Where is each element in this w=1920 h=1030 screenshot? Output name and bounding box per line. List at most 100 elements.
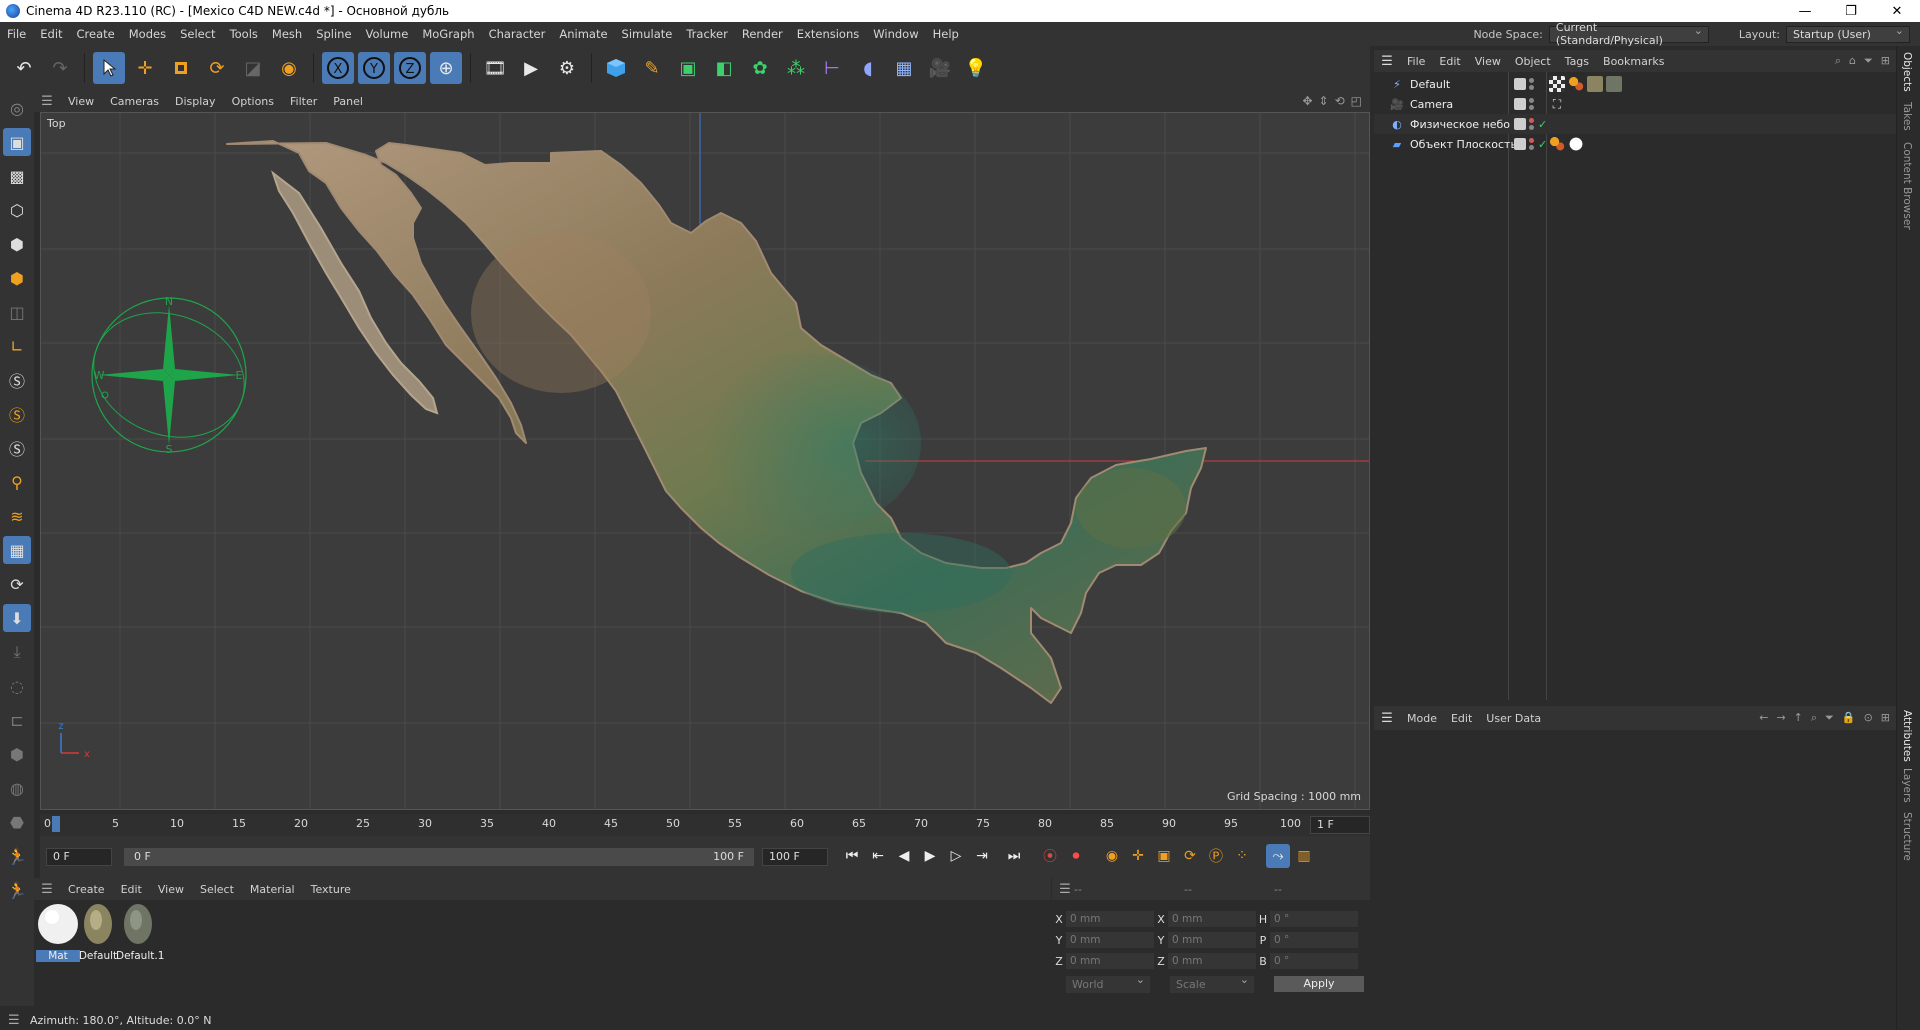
layer-toggle-icon[interactable]	[1514, 118, 1526, 130]
coordinate-system-dropdown[interactable]: World	[1066, 973, 1150, 993]
menu-render[interactable]: Render	[735, 27, 790, 41]
texture-mode-icon[interactable]: ▩	[3, 162, 31, 190]
rotation-h-field[interactable]: 0 °	[1270, 911, 1358, 927]
material-tag-icon[interactable]	[1606, 76, 1622, 92]
pan-icon[interactable]: ✥	[1302, 94, 1312, 108]
render-view-icon[interactable]: ▶	[515, 52, 547, 84]
rotation-p-field[interactable]: 0 °	[1270, 932, 1358, 948]
close-button[interactable]: ✕	[1874, 0, 1920, 22]
layer-toggle-icon[interactable]	[1514, 98, 1526, 110]
cube-icon[interactable]	[600, 52, 632, 84]
paint-icon[interactable]: ◌	[3, 672, 31, 700]
node-space-dropdown[interactable]: Current (Standard/Physical)	[1548, 21, 1709, 47]
search-icon[interactable]: ⌕	[1835, 54, 1841, 68]
zoom-icon[interactable]: ⇕	[1319, 94, 1329, 108]
size-y-field[interactable]: 0 mm	[1168, 932, 1256, 948]
phong-tag-icon[interactable]	[1568, 76, 1584, 92]
menu-mograph[interactable]: MoGraph	[415, 27, 481, 41]
am-menu-user-data[interactable]: User Data	[1479, 712, 1548, 725]
record-active-icon[interactable]: ⦿	[1038, 844, 1062, 868]
up-arrow-icon[interactable]: ↑	[1794, 711, 1803, 725]
make-editable-icon[interactable]: ◎	[3, 94, 31, 122]
om-menu-tags[interactable]: Tags	[1558, 55, 1596, 68]
enabled-check-icon[interactable]: ✓	[1538, 138, 1547, 151]
position-x-field[interactable]: 0 mm	[1066, 911, 1154, 927]
workplane-icon[interactable]: ⚲	[3, 468, 31, 496]
live-select-icon[interactable]: ◉	[273, 52, 305, 84]
home-icon[interactable]: ⌂	[1849, 54, 1856, 68]
apply-button[interactable]: Apply	[1274, 976, 1364, 992]
material-menu-texture[interactable]: Texture	[303, 883, 359, 896]
hamburger-menu-icon[interactable]: ☰	[1374, 54, 1400, 69]
orbit-icon[interactable]: ⟲	[1335, 94, 1345, 108]
tweak-icon[interactable]: ⤓	[3, 638, 31, 666]
viewport-menu-panel[interactable]: Panel	[325, 95, 371, 108]
menu-mesh[interactable]: Mesh	[265, 27, 309, 41]
menu-tracker[interactable]: Tracker	[679, 27, 735, 41]
hamburger-menu-icon[interactable]: ☰	[34, 882, 60, 897]
points-mode-icon[interactable]: ⬡	[3, 196, 31, 224]
rotate-icon[interactable]: ⟳	[201, 52, 233, 84]
play-icon[interactable]: ▶	[918, 844, 942, 868]
recent-tool-icon[interactable]: ◪	[237, 52, 269, 84]
object-row[interactable]: ▰ Объект Плоскость ✓	[1374, 134, 1896, 154]
menu-modes[interactable]: Modes	[122, 27, 173, 41]
hamburger-menu-icon[interactable]: ☰	[34, 94, 60, 109]
size-z-field[interactable]: 0 mm	[1168, 953, 1256, 969]
menu-window[interactable]: Window	[866, 27, 925, 41]
maximize-view-icon[interactable]: ◰	[1351, 94, 1362, 108]
viewport-menu-cameras[interactable]: Cameras	[102, 95, 167, 108]
axis-mode-icon[interactable]: ∟	[3, 332, 31, 360]
sculpt-icon[interactable]: ⊏	[3, 706, 31, 734]
om-menu-bookmarks[interactable]: Bookmarks	[1596, 55, 1671, 68]
size-mode-dropdown[interactable]: Scale	[1170, 973, 1254, 993]
menu-help[interactable]: Help	[926, 27, 966, 41]
visibility-dots-icon[interactable]	[1529, 78, 1535, 90]
light-icon[interactable]: 💡	[960, 52, 992, 84]
viewport-menu-view[interactable]: View	[60, 95, 102, 108]
tab-content-browser[interactable]: Content Browser	[1901, 142, 1913, 230]
uv-mode-icon[interactable]: ◫	[3, 298, 31, 326]
pen-icon[interactable]: ✎	[636, 52, 668, 84]
layout-dropdown[interactable]: Startup (User)	[1786, 24, 1910, 43]
menu-character[interactable]: Character	[482, 27, 553, 41]
soft-selection-icon[interactable]: ⬇	[3, 604, 31, 632]
key-position-icon[interactable]: ✛	[1126, 844, 1150, 868]
scale-icon[interactable]	[165, 52, 197, 84]
solo-icon[interactable]: ⟳	[3, 570, 31, 598]
go-to-start-icon[interactable]: ⏮	[840, 844, 864, 868]
quantize-icon[interactable]: Ⓢ	[3, 434, 31, 462]
move-icon[interactable]: ✛	[129, 52, 161, 84]
previous-key-icon[interactable]: ⇤	[866, 844, 890, 868]
material-menu-select[interactable]: Select	[192, 883, 242, 896]
select-tool-icon[interactable]	[93, 52, 125, 84]
current-frame-field[interactable]: 1 F	[1310, 816, 1370, 834]
y-axis-icon[interactable]: Y	[358, 52, 390, 84]
timeline-ruler[interactable]: 0 5 10 15 20 25 30 35 40 45 50 55 60 65 …	[40, 814, 1370, 836]
menu-select[interactable]: Select	[173, 27, 222, 41]
object-row[interactable]: ⚡ Default	[1374, 74, 1896, 94]
tab-takes[interactable]: Takes	[1901, 102, 1913, 131]
menu-file[interactable]: File	[0, 27, 33, 41]
settings-icon[interactable]: ⊙	[1864, 711, 1873, 725]
menu-animate[interactable]: Animate	[552, 27, 614, 41]
om-menu-object[interactable]: Object	[1508, 55, 1558, 68]
motion-icon[interactable]: 🏃	[3, 842, 31, 870]
material-swatch[interactable]: Mat	[36, 902, 80, 962]
material-tag-icon[interactable]	[1587, 76, 1603, 92]
material-swatch[interactable]: Default	[76, 902, 120, 962]
position-y-field[interactable]: 0 mm	[1066, 932, 1154, 948]
preview-range-slider[interactable]: 0 F 100 F	[124, 848, 754, 866]
material-menu-create[interactable]: Create	[60, 883, 113, 896]
layer-icon[interactable]: ⬢	[3, 740, 31, 768]
x-axis-icon[interactable]: X	[322, 52, 354, 84]
new-panel-icon[interactable]: ⊞	[1881, 711, 1890, 725]
camera-icon[interactable]: 🎥	[924, 52, 956, 84]
key-pla-icon[interactable]: ⁘	[1230, 844, 1254, 868]
maximize-button[interactable]: ❐	[1828, 0, 1874, 22]
visibility-dots-icon[interactable]	[1529, 98, 1535, 110]
snap-settings-icon[interactable]: Ⓢ	[3, 400, 31, 428]
edges-mode-icon[interactable]: ⬢	[3, 230, 31, 258]
position-z-field[interactable]: 0 mm	[1066, 953, 1154, 969]
min-frame-field[interactable]: 0 F	[46, 848, 112, 866]
